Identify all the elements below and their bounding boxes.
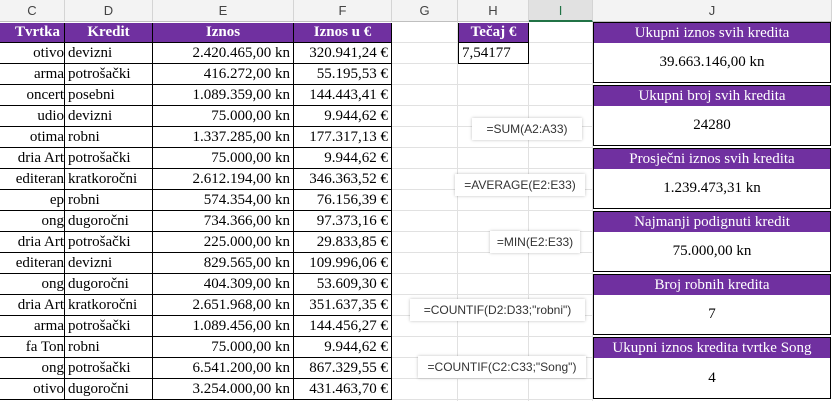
summary-title-average: Prosječni iznos svih kredita <box>593 148 831 169</box>
cell-tvrtka[interactable]: ong <box>0 274 65 295</box>
cell-iznos-eur[interactable]: 109.996,06 € <box>294 253 392 274</box>
cell-iznos[interactable]: 734.366,00 kn <box>153 211 294 232</box>
cell-kredit[interactable]: potrošački <box>65 64 153 85</box>
cell-tvrtka[interactable]: otima <box>0 127 65 148</box>
cell-iznos-eur[interactable]: 9.944,62 € <box>294 337 392 358</box>
cell-tvrtka[interactable]: ong <box>0 211 65 232</box>
cell-tvrtka[interactable]: dria Art <box>0 232 65 253</box>
cell-iznos[interactable]: 75.000,00 kn <box>153 337 294 358</box>
cell-iznos[interactable]: 1.337.285,00 kn <box>153 127 294 148</box>
cell-tvrtka[interactable]: otivo <box>0 43 65 64</box>
cell-iznos[interactable]: 1.089.456,00 kn <box>153 316 294 337</box>
summary-title-robni: Broj robnih kredita <box>593 274 831 295</box>
cell-kredit[interactable]: potrošački <box>65 232 153 253</box>
cell-iznos[interactable]: 2.651.968,00 kn <box>153 295 294 316</box>
cell-iznos[interactable]: 404.309,00 kn <box>153 274 294 295</box>
col-header-f[interactable]: F <box>294 0 392 22</box>
cell-iznos-eur[interactable]: 320.941,24 € <box>294 43 392 64</box>
cell-tvrtka[interactable]: ong <box>0 358 65 379</box>
col-header-e[interactable]: E <box>153 0 294 22</box>
cell-kredit[interactable]: dugoročni <box>65 274 153 295</box>
col-header-d[interactable]: D <box>65 0 153 22</box>
cell-kredit[interactable]: kratkoročni <box>65 169 153 190</box>
cell-kredit[interactable]: kratkoročni <box>65 295 153 316</box>
cell-kredit[interactable]: devizni <box>65 253 153 274</box>
summary-value-average[interactable]: 1.239.473,31 kn <box>593 169 831 209</box>
cell-tvrtka[interactable]: dria Art <box>0 295 65 316</box>
cell-iznos[interactable]: 75.000,00 kn <box>153 106 294 127</box>
cell-tvrtka[interactable]: editeran <box>0 253 65 274</box>
formula-note-countif-robni: =COUNTIF(D2:D33;"robni") <box>410 299 585 321</box>
cell-iznos-eur[interactable]: 351.637,35 € <box>294 295 392 316</box>
cell-kredit[interactable]: robni <box>65 127 153 148</box>
summary-title-min: Najmanji podignuti kredit <box>593 211 831 232</box>
cell-iznos-eur[interactable]: 867.329,55 € <box>294 358 392 379</box>
cell-iznos[interactable]: 75.000,00 kn <box>153 148 294 169</box>
cell-iznos-eur[interactable]: 431.463,70 € <box>294 379 392 400</box>
col-header-g[interactable]: G <box>392 0 458 22</box>
cell-kredit[interactable]: robni <box>65 337 153 358</box>
header-iznos: Iznos <box>153 23 294 43</box>
cell-iznos-eur[interactable]: 76.156,39 € <box>294 190 392 211</box>
formula-note-sum: =SUM(A2:A33) <box>472 118 582 140</box>
cell-iznos-eur[interactable]: 9.944,62 € <box>294 106 392 127</box>
cell-iznos-eur[interactable]: 144.456,27 € <box>294 316 392 337</box>
summary-value-total[interactable]: 39.663.146,00 kn <box>593 43 831 83</box>
cell-kredit[interactable]: potrošački <box>65 358 153 379</box>
summary-value-song[interactable]: 4 <box>593 358 831 399</box>
cell-iznos[interactable]: 829.565,00 kn <box>153 253 294 274</box>
cell-iznos[interactable]: 1.089.359,00 kn <box>153 85 294 106</box>
cell-iznos-eur[interactable]: 177.317,13 € <box>294 127 392 148</box>
col-header-h[interactable]: H <box>458 0 529 22</box>
cell-iznos-eur[interactable]: 29.833,85 € <box>294 232 392 253</box>
formula-note-min: =MIN(E2:E33) <box>490 231 580 253</box>
cell-iznos-eur[interactable]: 97.373,16 € <box>294 211 392 232</box>
summary-value-robni[interactable]: 7 <box>593 295 831 335</box>
cell-tvrtka[interactable]: arma <box>0 316 65 337</box>
summary-value-min[interactable]: 75.000,00 kn <box>593 232 831 272</box>
cell-iznos-eur[interactable]: 9.944,62 € <box>294 148 392 169</box>
cell-tvrtka[interactable]: udio <box>0 106 65 127</box>
col-header-i[interactable]: I <box>529 0 593 22</box>
cell-iznos-eur[interactable]: 346.363,52 € <box>294 169 392 190</box>
cell-iznos[interactable]: 416.272,00 kn <box>153 64 294 85</box>
cell-tvrtka[interactable]: ep <box>0 190 65 211</box>
cell-kredit[interactable]: potrošački <box>65 316 153 337</box>
cell-kredit[interactable]: posebni <box>65 85 153 106</box>
cell-tvrtka[interactable]: otivo <box>0 379 65 400</box>
cell-kredit[interactable]: dugoročni <box>65 211 153 232</box>
cell-iznos-eur[interactable]: 55.195,53 € <box>294 64 392 85</box>
cell-iznos[interactable]: 2.420.465,00 kn <box>153 43 294 64</box>
cell-tvrtka[interactable]: arma <box>0 64 65 85</box>
col-header-c[interactable]: C <box>0 0 65 22</box>
cell-iznos-eur[interactable]: 144.443,41 € <box>294 85 392 106</box>
cell-tvrtka[interactable]: fa Ton <box>0 337 65 358</box>
summary-value-count[interactable]: 24280 <box>593 106 831 146</box>
header-kredit: Kredit <box>65 23 153 43</box>
cell-iznos-eur[interactable]: 53.609,30 € <box>294 274 392 295</box>
cell-iznos[interactable]: 6.541.200,00 kn <box>153 358 294 379</box>
header-tvrtka: Tvrtka <box>0 23 65 43</box>
cell-kredit[interactable]: devizni <box>65 106 153 127</box>
rate-value[interactable]: 7,54177 <box>458 43 529 64</box>
cell-iznos[interactable]: 225.000,00 kn <box>153 232 294 253</box>
rate-label: Tečaj € <box>458 23 529 43</box>
cell-kredit[interactable]: devizni <box>65 43 153 64</box>
cell-tvrtka[interactable]: dria Art <box>0 148 65 169</box>
cell-tvrtka[interactable]: editeran <box>0 169 65 190</box>
cell-kredit[interactable]: potrošački <box>65 148 153 169</box>
cell-kredit[interactable]: dugoročni <box>65 379 153 400</box>
header-iznos-eur: Iznos u € <box>294 23 392 43</box>
cell-iznos[interactable]: 3.254.000,00 kn <box>153 379 294 400</box>
cell-kredit[interactable]: robni <box>65 190 153 211</box>
cell-tvrtka[interactable]: oncert <box>0 85 65 106</box>
formula-note-countif-song: =COUNTIF(C2:C33;"Song") <box>418 356 586 378</box>
col-header-j[interactable]: J <box>593 0 832 22</box>
summary-title-total: Ukupni iznos svih kredita <box>593 22 831 43</box>
cell-iznos[interactable]: 2.612.194,00 kn <box>153 169 294 190</box>
formula-note-average: =AVERAGE(E2:E33) <box>455 174 585 196</box>
summary-title-song: Ukupni iznos kredita tvrtke Song <box>593 337 831 358</box>
cell-iznos[interactable]: 574.354,00 kn <box>153 190 294 211</box>
summary-title-count: Ukupni broj svih kredita <box>593 85 831 106</box>
